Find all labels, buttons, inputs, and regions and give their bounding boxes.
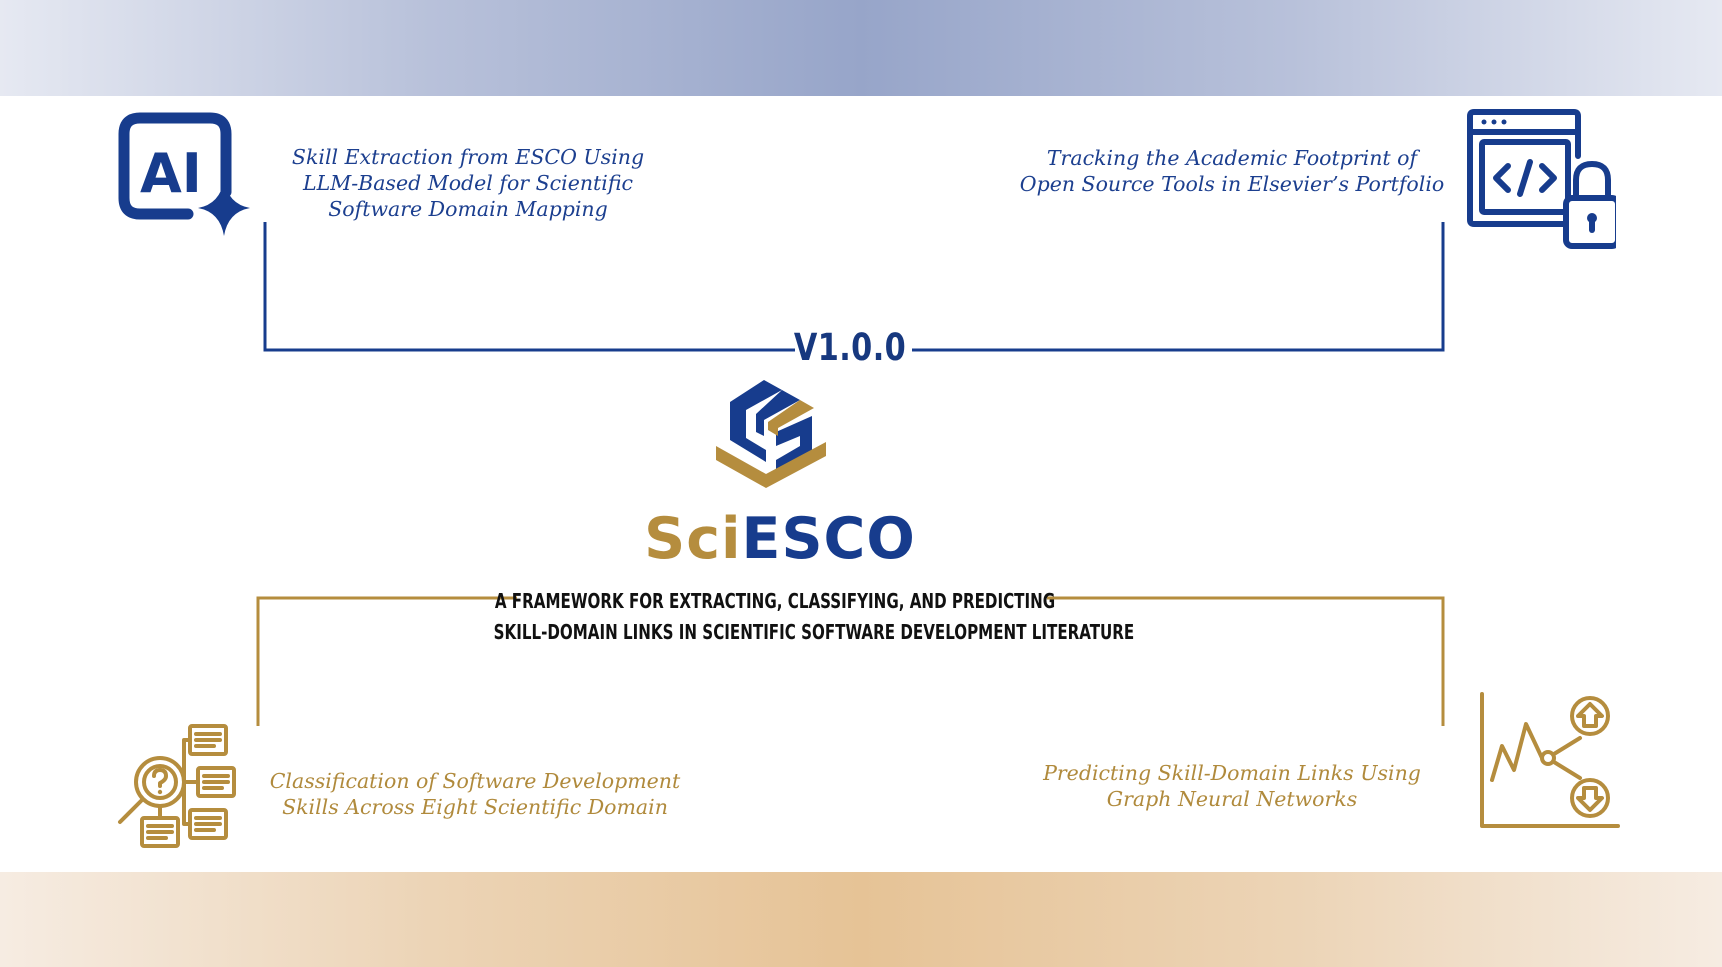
- topic-academic-footprint-line: Tracking the Academic Footprint of: [1046, 146, 1418, 170]
- framework-tagline: A FRAMEWORK FOR EXTRACTING, CLASSIFYING,…: [493, 586, 1135, 648]
- topic-classification-line: Skills Across Eight Scientific Domain: [282, 795, 668, 819]
- search-hierarchy-icon: [118, 724, 236, 848]
- bottom-right-connector: [1047, 596, 1445, 726]
- tagline-line-2: SKILL-DOMAIN LINKS IN SCIENTIFIC SOFTWAR…: [493, 620, 1135, 644]
- topic-classification: Classification of Software Development S…: [260, 768, 690, 820]
- version-label: V1.0.0: [793, 326, 907, 369]
- code-window-lock-icon: [1467, 109, 1616, 249]
- bottom-left-connector: [256, 596, 517, 726]
- trend-up-down-icon: [1480, 692, 1620, 828]
- topic-academic-footprint-line: Open Source Tools in Elsevier’s Portfoli…: [1019, 172, 1445, 196]
- top-left-connector: [263, 222, 795, 352]
- topic-skill-extraction-line: Software Domain Mapping: [328, 197, 608, 221]
- topic-skill-extraction-line: Skill Extraction from ESCO Using: [291, 145, 645, 169]
- wordmark-sci: Sci: [644, 506, 742, 572]
- topic-skill-extraction: Skill Extraction from ESCO Using LLM-Bas…: [268, 144, 668, 222]
- topic-prediction-line: Predicting Skill-Domain Links Using: [1043, 761, 1421, 785]
- sciesco-logo-mark: [716, 380, 826, 488]
- topic-prediction-line: Graph Neural Networks: [1106, 787, 1358, 811]
- sciesco-wordmark: SciESCO: [620, 506, 940, 572]
- topic-skill-extraction-line: LLM-Based Model for Scientific: [303, 171, 633, 195]
- connector-lines: [256, 222, 1445, 726]
- wordmark-esco: ESCO: [741, 506, 916, 572]
- ai-sparkle-icon: AI: [118, 112, 250, 236]
- topic-academic-footprint: Tracking the Academic Footprint of Open …: [1012, 145, 1452, 197]
- topic-classification-line: Classification of Software Development: [269, 769, 681, 793]
- ai-icon-label: AI: [140, 142, 202, 205]
- top-right-connector: [912, 222, 1445, 352]
- tagline-line-1: A FRAMEWORK FOR EXTRACTING, CLASSIFYING,…: [494, 589, 1056, 613]
- topic-prediction: Predicting Skill-Domain Links Using Grap…: [1012, 760, 1452, 812]
